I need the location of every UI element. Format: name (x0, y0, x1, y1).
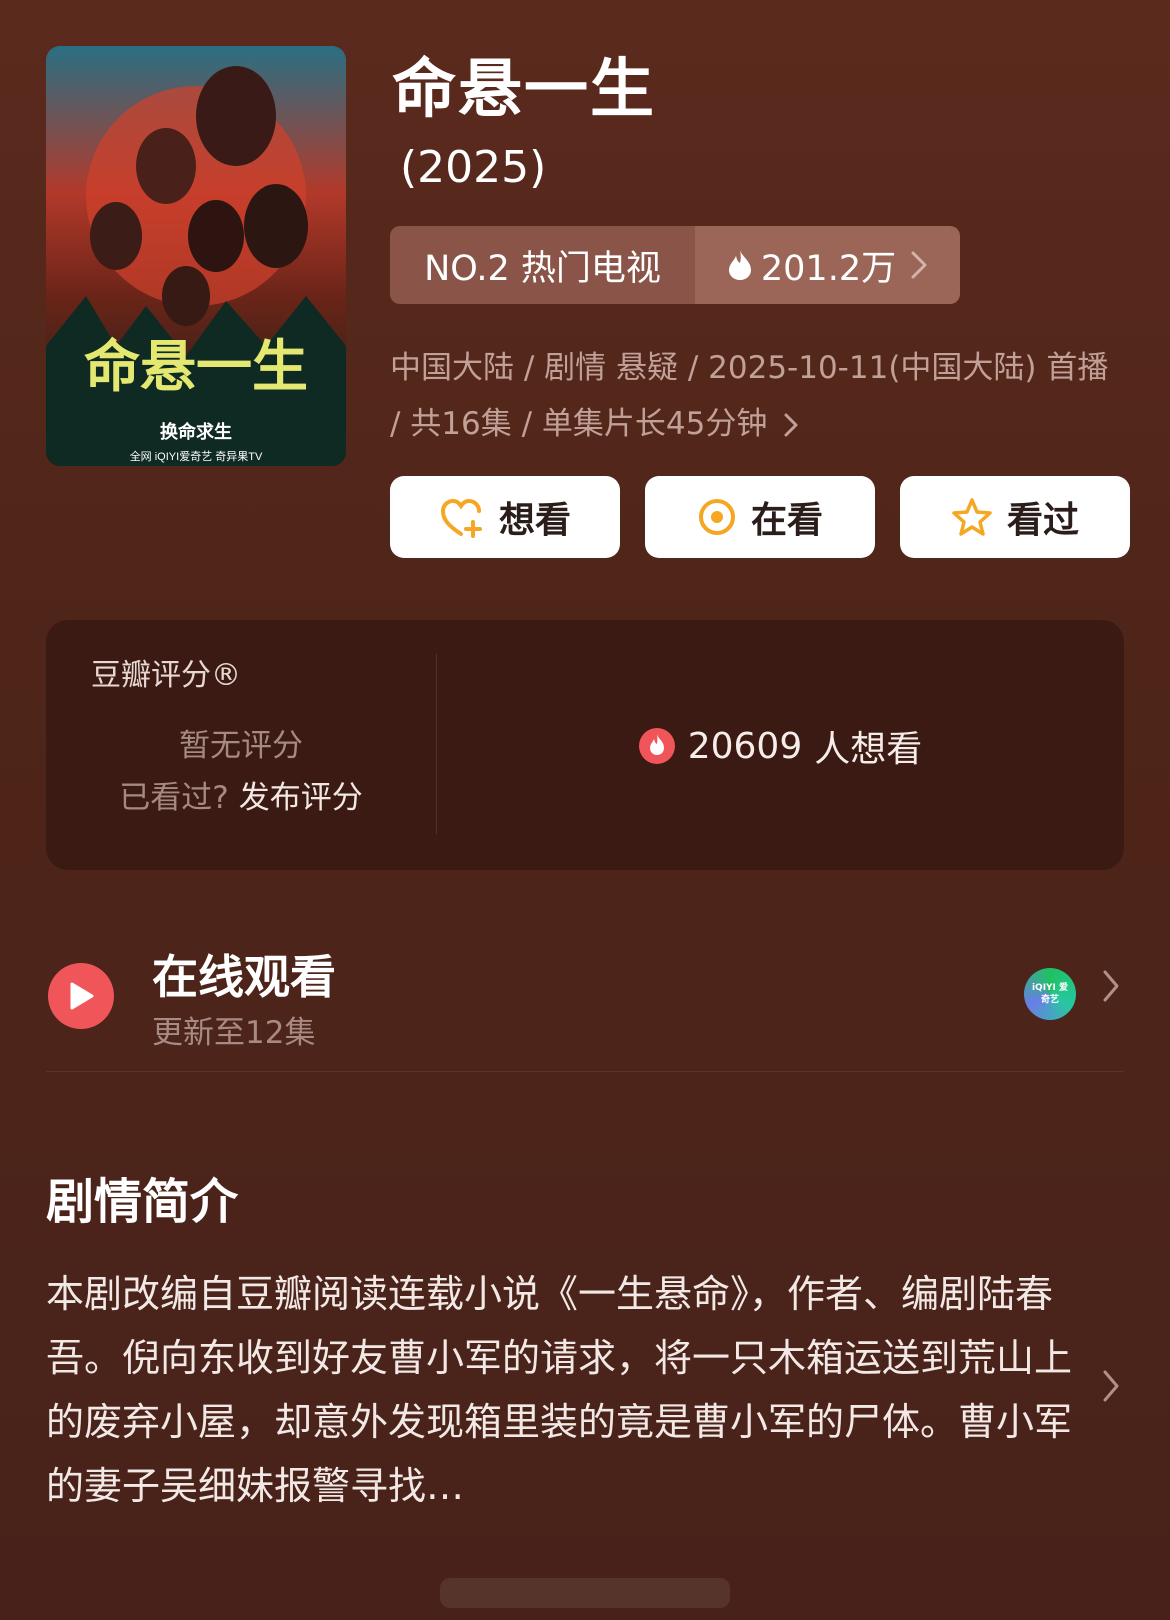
rate-prompt: 已看过? 发布评分 (46, 772, 436, 817)
heart-plus-icon (440, 498, 482, 538)
want-count-suffix: 人想看 (814, 729, 923, 770)
want-count-number: 20609 (687, 725, 803, 767)
episode-update-text: 更新至12集 (152, 1015, 316, 1051)
douban-rating-title: 豆瓣评分® (91, 658, 241, 693)
poster-footer: 全网 iQIYI爱奇艺 奇异果TV (130, 449, 263, 463)
target-icon (698, 499, 735, 535)
iqiyi-logo: iQIYI 爱奇艺 (1024, 968, 1076, 1020)
chevron-right-icon (784, 413, 798, 437)
publish-rating-link[interactable]: 发布评分 (239, 780, 363, 816)
rank-label: NO.2 热门电视 (390, 226, 695, 304)
watching-button[interactable]: 在看 (645, 476, 875, 558)
chevron-right-icon (1103, 970, 1119, 1002)
watched-label: 看过 (1006, 500, 1079, 541)
online-watch-row[interactable]: 在线观看 更新至12集 iQIYI 爱奇艺 (46, 935, 1124, 1070)
synopsis-title: 剧情简介 (46, 1174, 239, 1230)
chevron-right-icon[interactable] (1102, 1369, 1120, 1403)
heat-badge[interactable]: 201.2万 (695, 226, 960, 304)
heat-value: 201.2万 (760, 248, 897, 289)
watching-label: 在看 (750, 500, 823, 541)
star-icon (952, 498, 992, 536)
online-watch-title: 在线观看 (152, 950, 336, 1004)
no-rating-text: 暂无评分 (179, 728, 303, 764)
rank-bar[interactable]: NO.2 热门电视 201.2万 (390, 226, 960, 304)
play-icon (48, 963, 114, 1029)
rating-card: 豆瓣评分® 暂无评分 已看过? 发布评分 20609 人想看 (46, 620, 1124, 870)
show-year: (2025) (400, 142, 547, 193)
show-meta-text: 中国大陆 / 剧情 悬疑 / 2025-10-11(中国大陆) 首播 / 共16… (390, 350, 1109, 442)
show-title: 命悬一生 (392, 53, 656, 127)
want-count: 20609 人想看 (436, 720, 1124, 772)
watermark (440, 1578, 730, 1608)
poster-title-art: 命悬一生 (84, 334, 308, 400)
want-to-watch-button[interactable]: 想看 (390, 476, 620, 558)
synopsis-text[interactable]: 本剧改编自豆瓣阅读连载小说《一生悬命》，作者、编剧陆春吾。倪向东收到好友曹小军的… (46, 1262, 1076, 1518)
show-meta[interactable]: 中国大陆 / 剧情 悬疑 / 2025-10-11(中国大陆) 首播 / 共16… (390, 340, 1120, 452)
watched-question: 已看过? (119, 780, 229, 816)
flame-badge-icon (638, 728, 675, 764)
chevron-right-icon (911, 251, 927, 279)
poster-tagline: 换命求生 (160, 421, 232, 442)
divider (46, 1071, 1124, 1072)
watched-button[interactable]: 看过 (900, 476, 1130, 558)
action-buttons: 想看 在看 看过 (390, 476, 1130, 558)
flame-icon (728, 250, 751, 280)
want-to-watch-label: 想看 (498, 500, 571, 541)
poster-image[interactable]: 命悬一生 换命求生 全网 iQIYI爱奇艺 奇异果TV (46, 46, 346, 466)
